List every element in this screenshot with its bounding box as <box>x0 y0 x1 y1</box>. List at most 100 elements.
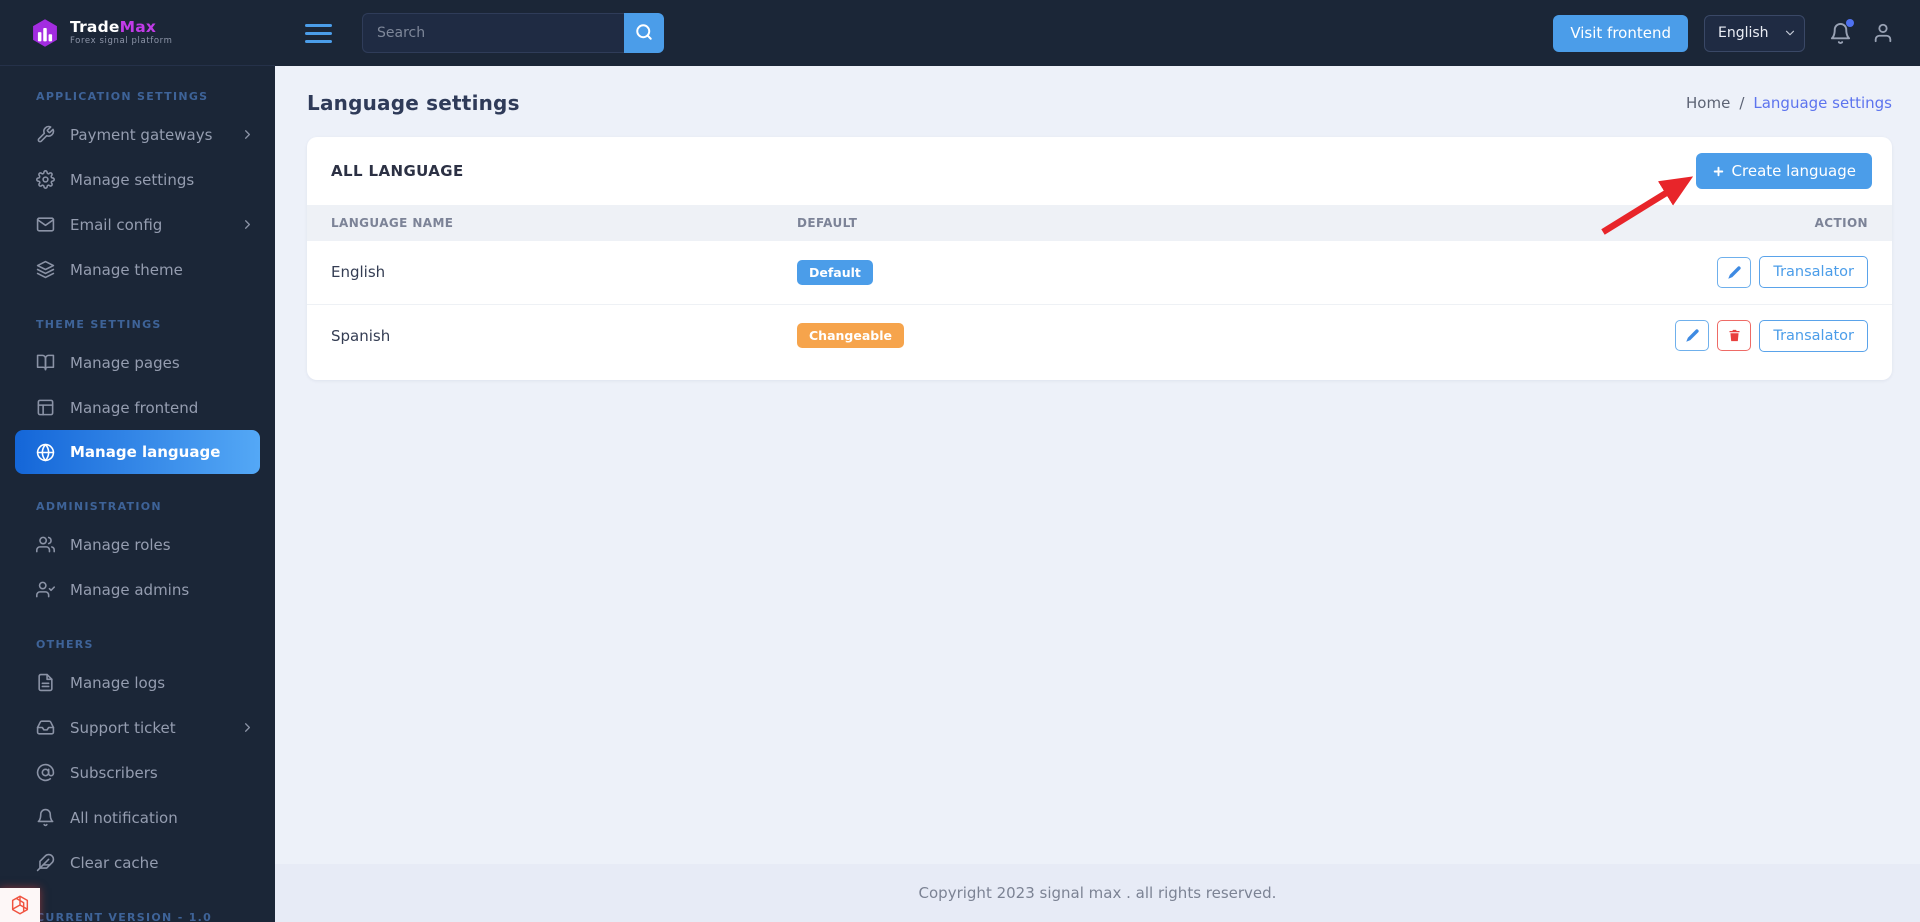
gear-icon <box>36 170 55 189</box>
language-selector[interactable]: English <box>1704 14 1805 52</box>
brand-name: Trade <box>70 17 120 36</box>
notification-dot <box>1846 18 1854 27</box>
menu-toggle-icon[interactable] <box>305 23 332 43</box>
sidebar-item-manage-admins[interactable]: Manage admins <box>0 567 275 612</box>
sidebar-item-label: Manage settings <box>70 170 195 189</box>
envelope-icon <box>36 215 55 234</box>
breadcrumb-separator: / <box>1739 94 1745 112</box>
sidebar-item-label: Manage language <box>70 443 221 461</box>
breadcrumb: Home / Language settings <box>1686 94 1892 112</box>
status-badge: Changeable <box>797 323 904 349</box>
column-header-action: ACTION <box>1211 205 1892 241</box>
sidebar-item-label: Manage admins <box>70 580 190 599</box>
sidebar-item-email-config[interactable]: Email config <box>0 202 275 247</box>
language-table-body: English Default Transalator Spanish Changeab… <box>307 241 1892 367</box>
create-language-label: Create language <box>1731 162 1856 180</box>
language-card: ALL LANGUAGE Create language LANGUAGE NA… <box>307 137 1892 380</box>
language-name: Spanish <box>307 303 773 367</box>
sidebar-item-payment-gateways[interactable]: Payment gateways <box>0 112 275 157</box>
breadcrumb-current: Language settings <box>1753 94 1892 112</box>
user-check-icon <box>36 580 55 599</box>
translator-button[interactable]: Transalator <box>1759 319 1868 352</box>
search-icon <box>635 23 653 44</box>
sidebar-item-label: Payment gateways <box>70 125 213 144</box>
globe-icon <box>36 443 55 462</box>
column-header-default: DEFAULT <box>773 205 1212 241</box>
sidebar-item-label: Support ticket <box>70 718 176 737</box>
pencil-icon <box>1685 328 1700 343</box>
sidebar-item-label: Subscribers <box>70 763 158 782</box>
status-badge: Default <box>797 259 873 285</box>
visit-frontend-button[interactable]: Visit frontend <box>1553 14 1688 52</box>
brand-logo-icon <box>30 18 60 48</box>
sidebar-item-all-notification[interactable]: All notification <box>0 795 275 840</box>
at-sign-icon <box>36 763 55 782</box>
sidebar-item-manage-frontend[interactable]: Manage frontend <box>0 385 275 430</box>
copyright-text: Copyright 2023 signal max . all rights r… <box>918 884 1277 902</box>
sidebar-item-label: All notification <box>70 808 178 827</box>
sidebar-item-subscribers[interactable]: Subscribers <box>0 750 275 795</box>
search-bar <box>362 13 664 53</box>
notifications-button[interactable] <box>1829 18 1854 45</box>
language-table: LANGUAGE NAME DEFAULT ACTION English Defa… <box>307 205 1892 367</box>
sidebar-item-manage-roles[interactable]: Manage roles <box>0 522 275 567</box>
action-cell: Transalator <box>1211 303 1892 367</box>
brand-tagline: Forex signal platform <box>70 35 173 46</box>
users-icon <box>36 535 55 554</box>
table-row: Spanish Changeable Transalator <box>307 303 1892 367</box>
user-icon <box>1872 22 1894 44</box>
language-name: English <box>331 263 386 282</box>
sidebar-item-label: Manage logs <box>70 673 166 692</box>
book-open-icon <box>36 353 55 372</box>
feather-icon <box>36 853 55 872</box>
sidebar-item-label: Manage theme <box>70 260 183 279</box>
breadcrumb-home-link[interactable]: Home <box>1686 94 1730 112</box>
laravel-debugbar-toggle[interactable] <box>0 888 40 922</box>
search-input[interactable] <box>362 13 624 53</box>
brand-name-accent: Max <box>119 17 157 36</box>
sidebar-item-label: Manage frontend <box>70 398 199 417</box>
layers-icon <box>36 260 55 279</box>
edit-language-button[interactable] <box>1717 256 1752 288</box>
sidebar-item-label: Email config <box>70 215 163 234</box>
search-button[interactable] <box>624 13 664 53</box>
action-cell: Transalator <box>1211 241 1892 304</box>
pencil-icon <box>1727 265 1742 280</box>
topbar: Visit frontend English <box>275 0 1920 66</box>
sidebar-nav: APPLICATION SETTINGS Payment gateways Mana… <box>0 66 275 922</box>
wrench-icon <box>36 125 55 144</box>
sidebar-item-manage-pages[interactable]: Manage pages <box>0 340 275 385</box>
chevron-right-icon <box>240 217 255 232</box>
table-row: English Default Transalator <box>307 241 1892 304</box>
column-header-language-name: LANGUAGE NAME <box>307 205 773 241</box>
file-text-icon <box>36 673 55 692</box>
brand[interactable]: TradeMax Forex signal platform <box>0 0 275 66</box>
edit-language-button[interactable] <box>1675 320 1710 352</box>
sidebar-section-label: CURRENT VERSION - 1.0 <box>36 911 213 922</box>
language-select[interactable]: English <box>1704 14 1805 52</box>
sidebar-section-label: THEME SETTINGS <box>36 318 162 331</box>
sidebar-item-label: Manage roles <box>70 535 171 554</box>
main-content: Language settings Home / Language settin… <box>275 66 1920 864</box>
sidebar-item-manage-theme[interactable]: Manage theme <box>0 247 275 292</box>
default-cell: Default <box>773 241 1211 304</box>
sidebar-item-manage-logs[interactable]: Manage logs <box>0 660 275 705</box>
inbox-icon <box>36 718 55 737</box>
sidebar-item-label: Clear cache <box>70 853 159 872</box>
sidebar-item-manage-language[interactable]: Manage language <box>15 430 260 474</box>
sidebar-item-clear-cache[interactable]: Clear cache <box>0 840 275 885</box>
sidebar: TradeMax Forex signal platform APPLICATI… <box>0 0 275 922</box>
sidebar-item-manage-settings[interactable]: Manage settings <box>0 157 275 202</box>
page-title: Language settings <box>307 91 520 115</box>
profile-button[interactable] <box>1872 22 1894 44</box>
delete-language-button[interactable] <box>1717 320 1752 352</box>
plus-icon <box>1712 165 1725 178</box>
create-language-button[interactable]: Create language <box>1695 153 1872 189</box>
default-cell: Changeable <box>773 303 1212 367</box>
trash-icon <box>1727 328 1742 343</box>
translator-button[interactable]: Transalator <box>1759 256 1868 289</box>
sidebar-item-support-ticket[interactable]: Support ticket <box>0 705 275 750</box>
sidebar-section-label: APPLICATION SETTINGS <box>36 90 209 103</box>
sidebar-section-label: ADMINISTRATION <box>36 500 162 513</box>
chevron-right-icon <box>240 127 255 142</box>
